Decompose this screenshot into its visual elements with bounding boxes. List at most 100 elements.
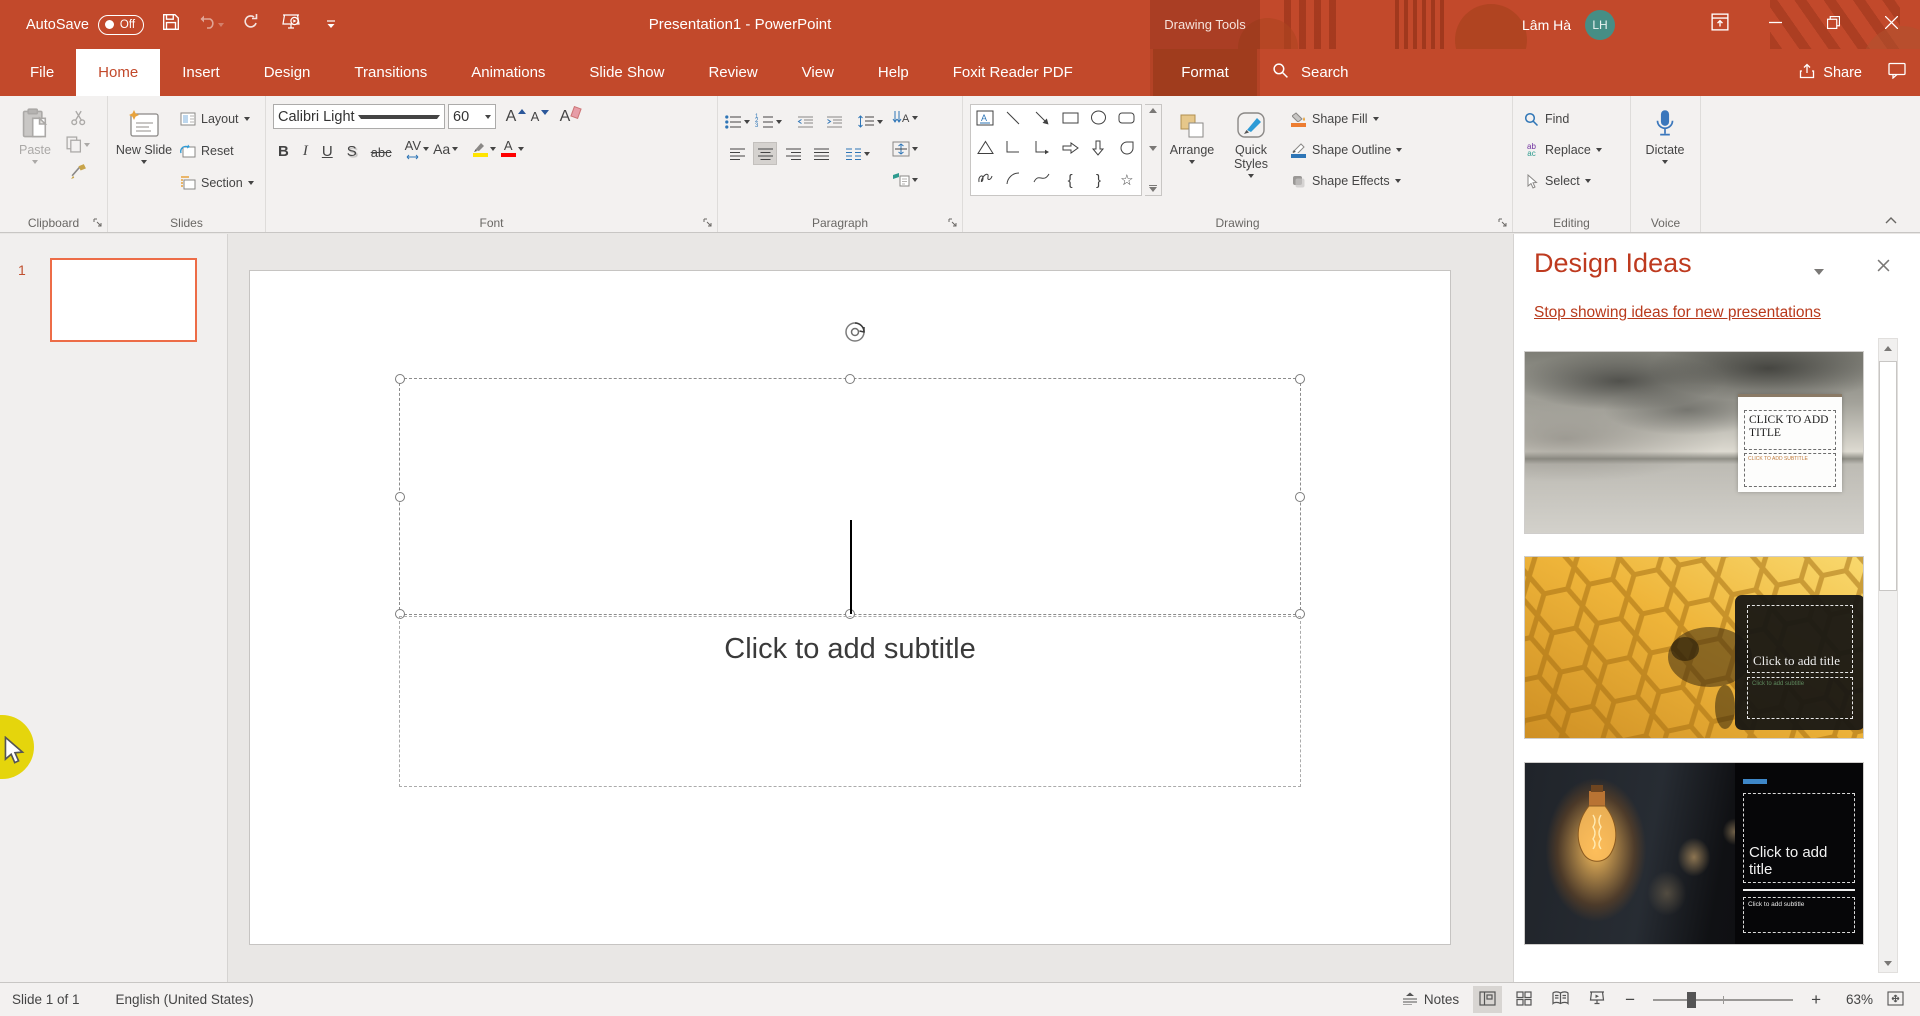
zoom-out-button[interactable]: − bbox=[1619, 986, 1641, 1013]
increase-indent-button[interactable] bbox=[822, 110, 846, 133]
tab-home[interactable]: Home bbox=[76, 49, 160, 96]
shape-scribble[interactable] bbox=[977, 171, 994, 190]
autosave-control[interactable]: AutoSave Off bbox=[26, 15, 144, 35]
bullets-button[interactable] bbox=[725, 110, 750, 133]
font-name-combobox[interactable]: Calibri Light (Headings bbox=[273, 104, 445, 129]
resize-handle-e[interactable] bbox=[1295, 492, 1305, 502]
autosave-toggle[interactable]: Off bbox=[98, 15, 144, 35]
search-box[interactable]: Search bbox=[1272, 49, 1349, 96]
increase-font-size-button[interactable]: A bbox=[504, 105, 528, 128]
notes-button[interactable]: Notes bbox=[1396, 986, 1465, 1013]
layout-button[interactable]: Layout bbox=[176, 106, 257, 132]
shape-right-brace[interactable]: } bbox=[1096, 172, 1101, 189]
zoom-slider-thumb[interactable] bbox=[1687, 992, 1696, 1008]
user-name[interactable]: Lâm Hà bbox=[1522, 17, 1571, 33]
text-highlight-button[interactable] bbox=[472, 137, 496, 160]
ribbon-display-options-button[interactable] bbox=[1694, 0, 1746, 49]
line-spacing-button[interactable] bbox=[857, 110, 883, 133]
collapse-ribbon-button[interactable] bbox=[1882, 213, 1900, 227]
tab-slide-show[interactable]: Slide Show bbox=[567, 49, 686, 96]
shape-oval[interactable] bbox=[1090, 110, 1107, 130]
decrease-indent-button[interactable] bbox=[793, 110, 817, 133]
tab-animations[interactable]: Animations bbox=[449, 49, 567, 96]
shape-down-arrow[interactable] bbox=[1091, 140, 1105, 161]
shape-arrow[interactable] bbox=[1034, 110, 1050, 131]
reading-view-button[interactable] bbox=[1546, 986, 1575, 1013]
tab-insert[interactable]: Insert bbox=[160, 49, 242, 96]
shape-rectangle[interactable] bbox=[1062, 111, 1079, 130]
quick-styles-button[interactable]: Quick Styles bbox=[1222, 102, 1280, 213]
design-idea-thumbnail-3[interactable]: Click to add title Click to add subtitle bbox=[1524, 762, 1864, 945]
shape-triangle[interactable] bbox=[977, 140, 994, 160]
shape-rounded-rectangle[interactable] bbox=[1118, 111, 1135, 130]
align-right-button[interactable] bbox=[781, 142, 805, 165]
text-shadow-button[interactable]: S bbox=[342, 137, 362, 160]
reset-button[interactable]: Reset bbox=[176, 138, 257, 164]
shape-curve[interactable] bbox=[1033, 171, 1050, 189]
rotate-handle-icon[interactable] bbox=[844, 321, 868, 345]
section-button[interactable]: Section bbox=[176, 170, 257, 196]
design-idea-thumbnail-2[interactable]: Click to add title Click to add subtitle bbox=[1524, 556, 1864, 739]
design-idea-thumbnail-1[interactable]: CLICK TO ADD TITLE CLICK TO ADD SUBTITLE bbox=[1524, 351, 1864, 534]
convert-smartart-button[interactable] bbox=[892, 168, 918, 191]
share-button[interactable]: Share bbox=[1799, 63, 1862, 83]
normal-view-button[interactable] bbox=[1473, 986, 1502, 1013]
change-case-button[interactable]: Aa bbox=[433, 137, 458, 160]
zoom-slider[interactable] bbox=[1653, 999, 1793, 1001]
font-size-combobox[interactable]: 60 bbox=[448, 104, 496, 129]
clipboard-dialog-launcher[interactable] bbox=[92, 217, 104, 229]
shapes-scroll-up[interactable] bbox=[1149, 108, 1157, 113]
shape-text-box[interactable]: A bbox=[976, 110, 994, 131]
close-button[interactable] bbox=[1862, 0, 1920, 49]
format-painter-button[interactable] bbox=[66, 160, 90, 183]
tab-design[interactable]: Design bbox=[242, 49, 333, 96]
resize-handle-w[interactable] bbox=[395, 492, 405, 502]
dictate-button[interactable]: Dictate bbox=[1638, 102, 1692, 213]
shape-fill-button[interactable]: Shape Fill bbox=[1287, 106, 1405, 132]
drawing-dialog-launcher[interactable] bbox=[1497, 217, 1509, 229]
scroll-up-button[interactable] bbox=[1879, 339, 1897, 357]
find-button[interactable]: Find bbox=[1520, 106, 1605, 132]
paste-button[interactable]: Paste bbox=[7, 102, 63, 213]
underline-button[interactable]: U bbox=[317, 137, 338, 160]
decrease-font-size-button[interactable]: A bbox=[528, 105, 552, 128]
language-indicator[interactable]: English (United States) bbox=[116, 992, 254, 1007]
undo-button[interactable] bbox=[198, 12, 224, 38]
shape-elbow-connector[interactable] bbox=[1005, 140, 1021, 160]
clear-formatting-button[interactable]: A bbox=[558, 105, 582, 128]
shapes-more-button[interactable] bbox=[1149, 185, 1157, 193]
shape-star[interactable]: ☆ bbox=[1120, 171, 1133, 189]
font-color-button[interactable]: A bbox=[500, 137, 524, 160]
strikethrough-button[interactable]: abc bbox=[366, 137, 397, 160]
customize-qat-button[interactable] bbox=[318, 12, 344, 38]
copy-button[interactable] bbox=[66, 133, 90, 156]
italic-button[interactable]: I bbox=[298, 137, 313, 160]
slide-sorter-view-button[interactable] bbox=[1510, 986, 1538, 1013]
arrange-button[interactable]: Arrange bbox=[1165, 102, 1219, 213]
repeat-button[interactable] bbox=[238, 12, 264, 38]
resize-handle-n[interactable] bbox=[845, 374, 855, 384]
replace-button[interactable]: ab ac Replace bbox=[1520, 137, 1605, 163]
scrollbar-thumb[interactable] bbox=[1879, 361, 1897, 591]
comments-button[interactable] bbox=[1888, 62, 1906, 83]
zoom-in-button[interactable]: + bbox=[1805, 986, 1827, 1013]
font-dialog-launcher[interactable] bbox=[702, 217, 714, 229]
bold-button[interactable]: B bbox=[273, 137, 294, 160]
slide-show-view-button[interactable] bbox=[1583, 986, 1611, 1013]
shape-line[interactable] bbox=[1005, 110, 1021, 131]
justify-button[interactable] bbox=[809, 142, 833, 165]
stop-showing-ideas-link[interactable]: Stop showing ideas for new presentations bbox=[1534, 304, 1821, 322]
tab-transitions[interactable]: Transitions bbox=[332, 49, 449, 96]
select-button[interactable]: Select bbox=[1520, 168, 1605, 194]
shape-left-brace[interactable]: { bbox=[1068, 172, 1073, 189]
restore-button[interactable] bbox=[1804, 0, 1862, 49]
shape-teardrop[interactable] bbox=[1119, 140, 1135, 160]
design-panel-scrollbar[interactable] bbox=[1878, 338, 1898, 973]
slide-counter[interactable]: Slide 1 of 1 bbox=[12, 992, 80, 1007]
subtitle-placeholder[interactable]: Click to add subtitle bbox=[399, 616, 1301, 787]
numbering-button[interactable]: 1 2 3 bbox=[755, 110, 782, 133]
tab-file[interactable]: File bbox=[8, 49, 76, 96]
columns-button[interactable] bbox=[845, 142, 870, 165]
slide-editing-surface[interactable]: Click to add subtitle bbox=[250, 271, 1450, 944]
new-slide-button[interactable]: New Slide bbox=[115, 102, 173, 213]
